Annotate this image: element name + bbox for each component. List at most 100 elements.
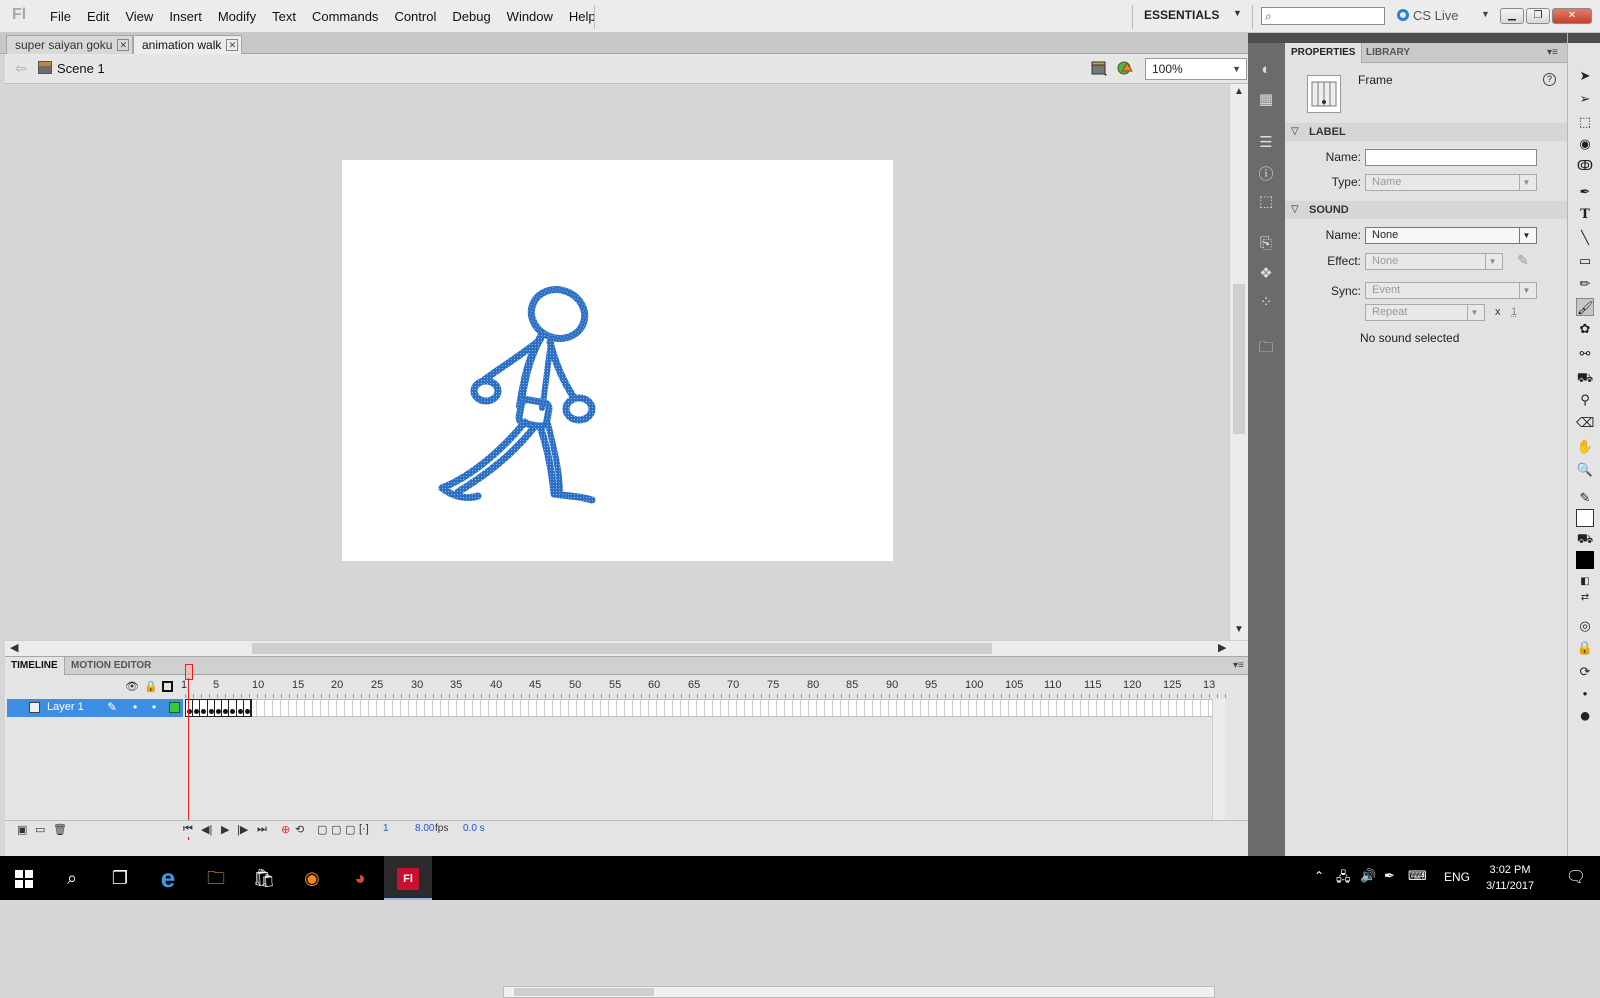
tab-super-saiyan-goku[interactable]: super saiyan goku ✕ [6,35,133,54]
bone-tool-icon[interactable]: ⚯ [1576,345,1594,363]
workspace-switcher[interactable]: ESSENTIALS [1144,8,1219,22]
new-folder-icon[interactable]: ▭ [35,823,45,836]
panel-header[interactable] [1285,33,1567,43]
onion-skin-icon[interactable]: ▢ [317,823,327,836]
project-icon[interactable]: 🗀 [1256,337,1276,355]
back-arrow-icon[interactable]: ⇦ [15,60,27,77]
smooth-icon[interactable]: ⟳ [1576,663,1594,681]
text-tool-icon[interactable]: T [1576,206,1594,224]
step-forward-icon[interactable]: |▶ [237,823,248,836]
keyframe[interactable] [208,700,215,716]
new-layer-icon[interactable]: ▣ [17,823,27,836]
edit-multiple-icon[interactable]: ▢ [345,823,355,836]
effect-select[interactable]: None ▼ [1365,253,1503,270]
chevron-down-icon[interactable]: ▼ [1481,9,1490,19]
repeat-count[interactable]: 1 [1511,306,1517,318]
search-button[interactable]: ⌕ [48,856,96,900]
edit-envelope-pencil-icon[interactable]: ✎ [1517,252,1529,269]
task-view-button[interactable]: ❐ [96,856,144,900]
onion-outline-icon[interactable]: ▢ [331,823,341,836]
components-icon[interactable]: ❖ [1256,264,1276,282]
menu-debug[interactable]: Debug [444,0,498,33]
subselection-tool-icon[interactable]: ➢ [1576,90,1594,108]
frame-cells[interactable] [185,699,1225,717]
motion-presets-icon[interactable]: ⁘ [1256,293,1276,311]
current-frame[interactable]: 1 [383,823,389,834]
stroke-color-swatch[interactable] [1576,509,1594,527]
menu-file[interactable]: File [42,0,79,33]
panel-menu-icon[interactable]: ▾≡ [1233,660,1244,671]
scrollbar-thumb[interactable] [252,643,992,654]
store-icon[interactable]: 🛍 [240,856,288,900]
layer-row[interactable]: Layer 1 ✎ • • [7,699,183,717]
input-language[interactable]: ENG [1444,870,1470,884]
keyframe[interactable] [193,700,200,716]
menu-edit[interactable]: Edit [79,0,117,33]
eyedropper-tool-icon[interactable]: ⚲ [1576,391,1594,409]
frame-name-input[interactable] [1365,149,1537,166]
transform-icon[interactable]: ⬚ [1256,192,1276,210]
tab-motion-editor[interactable]: MOTION EDITOR [65,657,157,675]
align-icon[interactable]: ☰ [1256,133,1276,151]
tab-library[interactable]: LIBRARY [1360,43,1416,63]
outline-color-swatch[interactable] [169,702,180,713]
playhead[interactable] [185,664,191,842]
chevron-up-icon[interactable]: ▲ [1234,86,1244,97]
close-icon[interactable]: ✕ [226,39,238,51]
onion-markers-icon[interactable]: [·] [359,823,369,835]
zoom-select[interactable]: 100% ▼ [1145,58,1247,80]
visibility-dot[interactable]: • [133,700,137,714]
action-center-icon[interactable]: 🗨 [1552,856,1600,900]
layer-name[interactable]: Layer 1 [47,701,84,713]
menu-help[interactable]: Help [561,0,604,33]
step-back-icon[interactable]: ◀| [201,823,212,836]
menu-modify[interactable]: Modify [210,0,264,33]
minimize-button[interactable]: ▁ [1500,8,1524,24]
code-snippets-icon[interactable]: ⎘ [1256,235,1276,253]
chevron-up-icon[interactable]: ⌃ [1314,869,1324,883]
repeat-select[interactable]: Repeat ▼ [1365,304,1485,321]
scrollbar-thumb[interactable] [514,988,654,996]
pen-tool-icon[interactable]: ✒ [1576,183,1594,201]
tab-properties[interactable]: PROPERTIES [1285,43,1362,63]
edit-symbols-icon[interactable] [1117,59,1135,77]
cs-live-button[interactable]: CS Live [1397,8,1459,23]
file-explorer-icon[interactable]: 🗀 [192,856,240,900]
swap-colors-icon[interactable]: ⇄ [1576,589,1594,607]
timeline-horizontal-scrollbar[interactable] [503,986,1215,998]
pen-workspace-icon[interactable]: ✒ [1384,868,1395,884]
firefox-icon[interactable]: ◉ [288,856,336,900]
menu-commands[interactable]: Commands [304,0,386,33]
edit-scene-icon[interactable] [1090,59,1108,77]
menu-view[interactable]: View [117,0,161,33]
center-frame-icon[interactable]: ⊕ [281,823,290,836]
keyframe[interactable] [215,700,222,716]
scrollbar-thumb[interactable] [1233,284,1245,434]
panel-header[interactable] [1568,33,1600,43]
info-icon[interactable]: ⓘ [1256,163,1276,181]
tab-timeline[interactable]: TIMELINE [5,657,65,675]
chrome-icon[interactable]: ◕ [336,856,384,900]
play-icon[interactable]: ▶ [221,823,229,836]
deco-tool-icon[interactable]: ✿ [1576,320,1594,338]
fill-color-bucket-icon[interactable]: ⛟ [1576,530,1594,548]
close-icon[interactable]: ✕ [117,39,129,51]
free-transform-tool-icon[interactable]: ⬚ [1576,113,1594,131]
hand-tool-icon[interactable]: ✋ [1576,438,1594,456]
lock-fill-icon[interactable]: 🔒 [1576,639,1594,657]
chevron-left-icon[interactable]: ◀ [10,641,18,654]
menu-window[interactable]: Window [499,0,561,33]
tab-animation-walk[interactable]: animation walk ✕ [133,35,242,54]
stroke-color-pencil-icon[interactable]: ✎ [1576,489,1594,507]
eraser-tool-icon[interactable]: ⌫ [1576,414,1594,432]
sound-name-select[interactable]: None ▼ [1365,227,1537,244]
label-type-select[interactable]: Name ▼ [1365,174,1537,191]
timeline-vertical-scrollbar[interactable] [1212,699,1225,837]
line-tool-icon[interactable]: ╲ [1576,229,1594,247]
fill-color-swatch[interactable] [1576,551,1594,569]
frame-rate[interactable]: 8.00 [415,823,434,834]
breadcrumb-scene[interactable]: Scene 1 [57,61,105,76]
chevron-down-icon[interactable]: ▼ [1234,624,1244,635]
keyframe[interactable] [244,700,251,716]
snap-to-objects-icon[interactable]: ◎ [1576,617,1594,635]
